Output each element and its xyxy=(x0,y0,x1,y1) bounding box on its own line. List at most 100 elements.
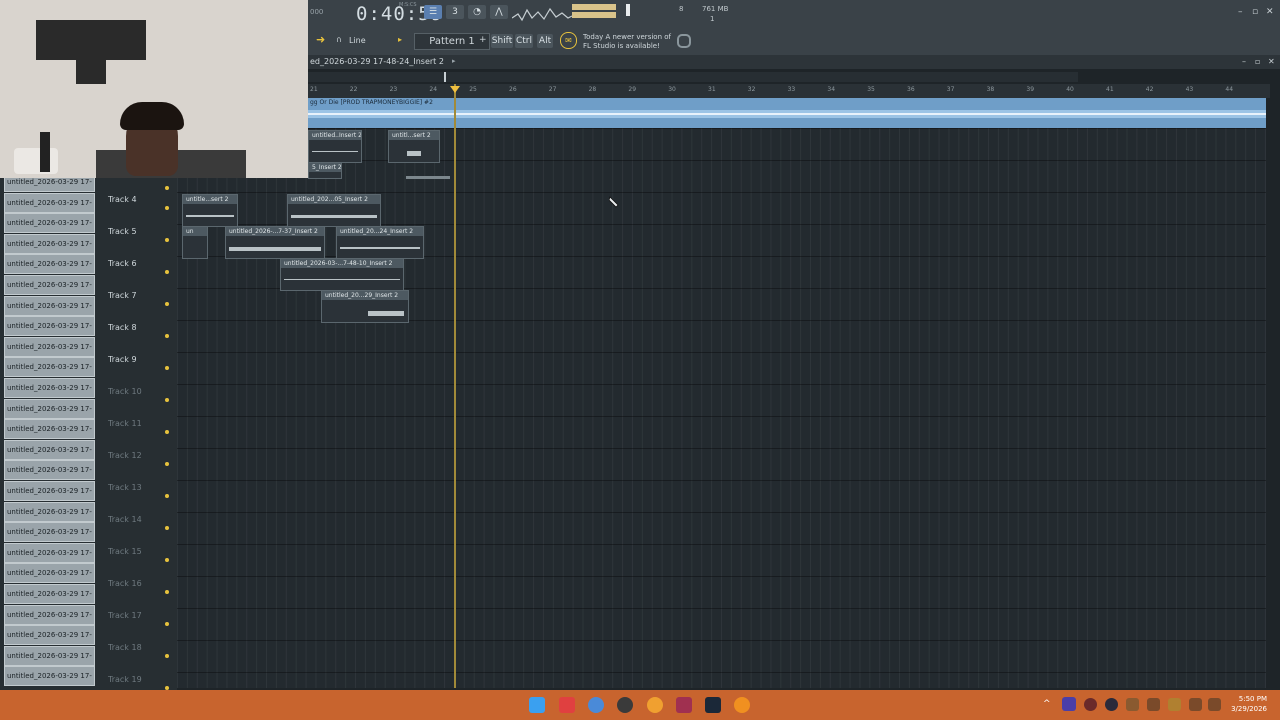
track-name[interactable]: Track 6 xyxy=(108,259,137,268)
clip-list-item[interactable]: untitled_2026-03-29 17- xyxy=(4,625,95,646)
clip-list-item[interactable]: untitled_2026-03-29 17- xyxy=(4,192,95,213)
pattern-prev-icon[interactable]: ▸ xyxy=(398,35,402,44)
playlist-scrollbar[interactable] xyxy=(308,72,1078,82)
clip-list-item[interactable]: untitled_2026-03-29 17- xyxy=(4,439,95,460)
clip-list-item[interactable]: untitled_2026-03-29 17- xyxy=(4,378,95,398)
news-message[interactable]: Today A newer version of FL Studio is av… xyxy=(583,33,673,51)
audio-clip[interactable]: untitle...sert 2 xyxy=(182,194,238,227)
track-name[interactable]: Track 5 xyxy=(108,227,137,236)
track-name[interactable]: Track 19 xyxy=(108,675,142,684)
alt-button[interactable]: Alt xyxy=(537,34,553,48)
clip-list-item[interactable]: untitled_2026-03-29 17- xyxy=(4,584,95,604)
volume-meter[interactable] xyxy=(572,4,616,10)
ctrl-button[interactable]: Ctrl xyxy=(515,34,533,48)
audio-clip[interactable]: 5_Insert 2 xyxy=(308,162,342,179)
fl-studio-icon[interactable] xyxy=(734,697,750,713)
playlist-icon[interactable]: ☰ xyxy=(424,5,442,19)
metronome-icon[interactable]: ⋀ xyxy=(490,5,508,19)
track-name[interactable]: Track 14 xyxy=(108,515,142,524)
clip-list-item[interactable]: untitled_2026-03-29 17- xyxy=(4,501,95,522)
snap-selector[interactable]: Line xyxy=(349,36,366,45)
track-name[interactable]: Track 9 xyxy=(108,355,137,364)
audio-clip[interactable]: untitled_20...24_Insert 2 xyxy=(336,226,424,259)
wait-icon[interactable]: ◔ xyxy=(468,5,486,19)
volume-icon[interactable] xyxy=(1208,698,1221,711)
bell-icon[interactable] xyxy=(1168,698,1181,711)
track-name[interactable]: Track 15 xyxy=(108,547,142,556)
clip-list-item[interactable]: untitled_2026-03-29 17- xyxy=(4,481,95,501)
audio-clip[interactable]: untitled_2026-...7-37_Insert 2 xyxy=(225,226,325,259)
steam-icon[interactable] xyxy=(705,697,721,713)
track-name[interactable]: Track 12 xyxy=(108,451,142,460)
track-mute-led[interactable] xyxy=(165,494,169,498)
track-mute-led[interactable] xyxy=(165,206,169,210)
playhead-marker-icon[interactable] xyxy=(450,86,460,93)
track-mute-led[interactable] xyxy=(165,558,169,562)
step-icon[interactable]: 3 xyxy=(446,5,464,19)
tray-app-icon[interactable] xyxy=(1084,698,1097,711)
clip-list-item[interactable]: untitled_2026-03-29 17- xyxy=(4,419,95,440)
clip-list-item[interactable]: untitled_2026-03-29 17- xyxy=(4,254,95,275)
brave-icon[interactable] xyxy=(559,697,575,713)
track-name[interactable]: Track 18 xyxy=(108,643,142,652)
steam-tray-icon[interactable] xyxy=(1105,698,1118,711)
clip-list-item[interactable]: untitled_2026-03-29 17- xyxy=(4,666,95,687)
track-name[interactable]: Track 7 xyxy=(108,291,137,300)
audio-clip[interactable]: untitled..Insert 2 xyxy=(308,130,362,163)
clip-list-item[interactable]: untitled_2026-03-29 17- xyxy=(4,398,95,419)
onenote-icon[interactable] xyxy=(1062,697,1076,711)
network-icon[interactable] xyxy=(1189,698,1202,711)
track-mute-led[interactable] xyxy=(165,238,169,242)
playlist-maximize-icon[interactable]: ▫ xyxy=(1255,57,1260,66)
clip-list-item[interactable]: untitled_2026-03-29 17- xyxy=(4,233,95,254)
track-mute-led[interactable] xyxy=(165,302,169,306)
maximize-icon[interactable]: ▫ xyxy=(1252,7,1258,17)
tempo-readout[interactable]: 000 xyxy=(310,8,323,16)
close-icon[interactable]: ✕ xyxy=(1266,7,1274,17)
tray-chevron-icon[interactable]: ^ xyxy=(1043,699,1051,709)
taskbar-clock[interactable]: 5:50 PM 3/29/2026 xyxy=(1227,694,1267,714)
playhead[interactable] xyxy=(454,84,456,688)
clip-list-item[interactable]: untitled_2026-03-29 17- xyxy=(4,357,95,378)
clip-list-item[interactable]: untitled_2026-03-29 17- xyxy=(4,542,95,563)
master-pitch-slider[interactable] xyxy=(626,4,630,16)
chrome-icon[interactable] xyxy=(588,697,604,713)
clip-list-item[interactable]: untitled_2026-03-29 17- xyxy=(4,213,95,234)
track-mute-led[interactable] xyxy=(165,462,169,466)
clip-list-item[interactable]: untitled_2026-03-29 17- xyxy=(4,316,95,337)
track-mute-led[interactable] xyxy=(165,270,169,274)
clip-list-item[interactable]: untitled_2026-03-29 17- xyxy=(4,460,95,481)
track-mute-led[interactable] xyxy=(165,622,169,626)
add-pattern-icon[interactable]: + xyxy=(479,35,487,45)
voicemeeter-icon[interactable] xyxy=(676,697,692,713)
audio-clip[interactable]: untitled_20...29_Insert 2 xyxy=(321,290,409,323)
track-mute-led[interactable] xyxy=(165,526,169,530)
audio-clip[interactable]: un xyxy=(182,226,208,259)
chrome-tray-icon[interactable] xyxy=(1147,698,1160,711)
playlist-minimize-icon[interactable]: – xyxy=(1242,57,1246,66)
audio-clip[interactable]: untitl...sert 2 xyxy=(388,130,440,163)
track-name[interactable]: Track 13 xyxy=(108,483,142,492)
playlist-close-icon[interactable]: ✕ xyxy=(1268,57,1275,66)
app-icon[interactable] xyxy=(647,697,663,713)
clip-list-item[interactable]: untitled_2026-03-29 17- xyxy=(4,563,95,584)
clip-list-item[interactable]: untitled_2026-03-29 17- xyxy=(4,645,95,666)
audio-clip[interactable]: untitled_2026-03-...7-48-10_Insert 2 xyxy=(280,258,404,291)
tray-extra-icon[interactable] xyxy=(1126,698,1139,711)
track-mute-led[interactable] xyxy=(165,186,169,190)
shift-button[interactable]: Shift xyxy=(491,34,513,48)
track-name[interactable]: Track 8 xyxy=(108,323,137,332)
track-mute-led[interactable] xyxy=(165,366,169,370)
track-name[interactable]: Track 11 xyxy=(108,419,142,428)
clip-list-item[interactable]: untitled_2026-03-29 17- xyxy=(4,295,95,316)
track-mute-led[interactable] xyxy=(165,334,169,338)
track-mute-led[interactable] xyxy=(165,430,169,434)
track-name[interactable]: Track 16 xyxy=(108,579,142,588)
clip-list-item[interactable]: untitled_2026-03-29 17- xyxy=(4,275,95,295)
track-mute-led[interactable] xyxy=(165,398,169,402)
clip-list-item[interactable]: untitled_2026-03-29 17- xyxy=(4,604,95,625)
magnet-icon[interactable]: ∩ xyxy=(336,35,342,44)
track-mute-led[interactable] xyxy=(165,654,169,658)
playlist-arrow-icon[interactable]: ▸ xyxy=(452,57,456,65)
arrow-right-icon[interactable]: ➜ xyxy=(316,34,328,46)
